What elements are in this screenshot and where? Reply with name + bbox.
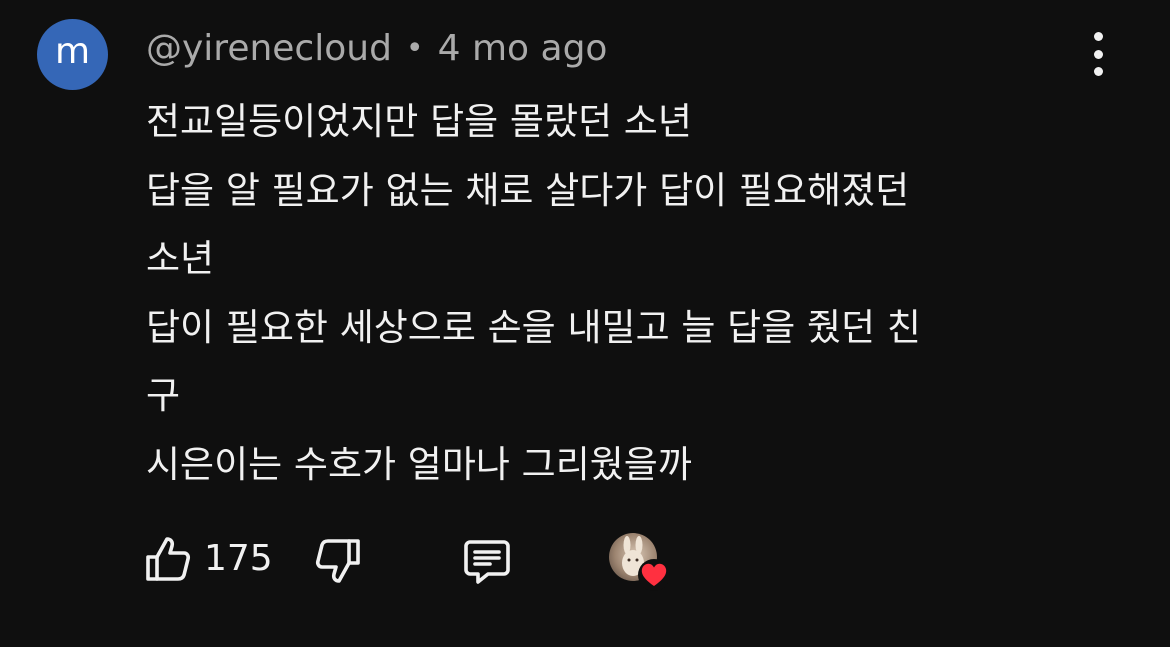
avatar-letter: m [54, 30, 91, 72]
reply-comment-icon [464, 540, 510, 584]
comment-meta: @yirenecloud • 4 mo ago [146, 24, 607, 72]
author-handle[interactable]: @yirenecloud [146, 28, 392, 69]
thumbs-up-icon [146, 537, 191, 581]
comment-actions: 175 [0, 530, 1170, 591]
comment-line: 답을 알 필요가 없는 채로 살다가 답이 필요해졌던 [146, 168, 910, 212]
comment-line: 전교일등이었지만 답을 몰랐던 소년 [146, 100, 692, 143]
comment-body: 전교일등이었지만 답을 몰랐던 소년 답을 알 필요가 없는 채로 살다가 답이… [146, 88, 1086, 499]
author-avatar[interactable]: m [37, 19, 108, 90]
comment-line: 소년 [146, 237, 215, 280]
reply-button[interactable] [462, 536, 512, 586]
more-vertical-icon [1093, 67, 1103, 76]
heart-icon [638, 559, 670, 591]
more-options-button[interactable] [1080, 32, 1116, 76]
more-vertical-icon [1093, 32, 1103, 41]
comment-line: 구 [146, 374, 181, 417]
meta-separator: • [405, 30, 424, 66]
thumbs-down-icon [315, 539, 360, 583]
dislike-button[interactable] [314, 537, 362, 585]
creator-heart-badge [609, 533, 671, 595]
more-vertical-icon [1093, 49, 1103, 59]
like-count: 175 [204, 538, 273, 579]
comment-line: 시은이는 수호가 얼마나 그리웠을까 [146, 442, 692, 486]
comment-line: 답이 필요한 세상으로 손을 내밀고 늘 답을 줬던 친 [146, 305, 921, 349]
like-button[interactable] [144, 535, 192, 583]
comment-time: 4 mo ago [437, 27, 608, 69]
